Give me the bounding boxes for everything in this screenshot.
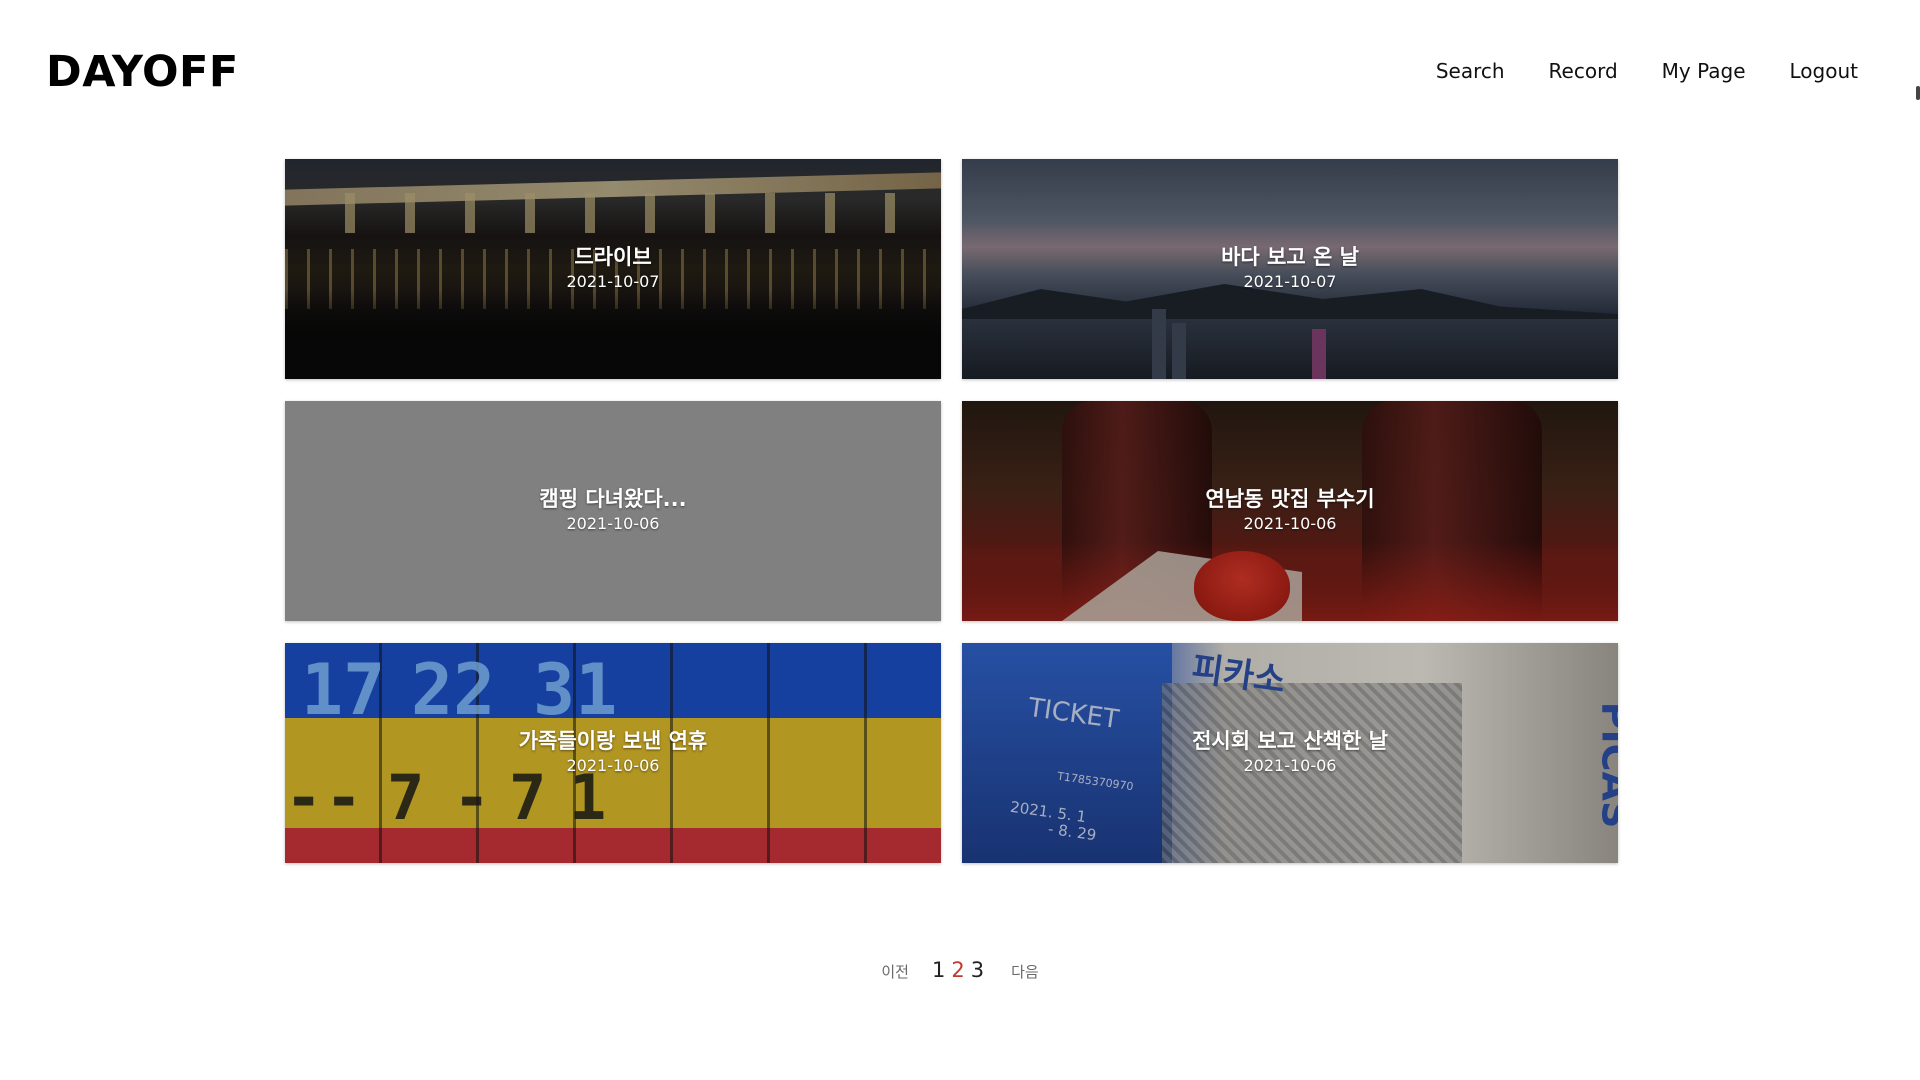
card-date: 2021-10-06 [1243, 514, 1337, 533]
card-title: 캠핑 다녀왔다... [539, 487, 687, 511]
record-grid: 드라이브 2021-10-07 바다 보고 온 날 2021-10-07 캠핑 … [285, 159, 1618, 863]
nav-logout[interactable]: Logout [1790, 58, 1858, 84]
card-title: 바다 보고 온 날 [1221, 245, 1359, 269]
nav-record[interactable]: Record [1549, 58, 1618, 84]
card-title: 드라이브 [574, 245, 652, 269]
record-card[interactable]: 바다 보고 온 날 2021-10-07 [962, 159, 1618, 379]
record-card[interactable]: 캠핑 다녀왔다... 2021-10-06 [285, 401, 941, 621]
nav-my-page[interactable]: My Page [1662, 58, 1746, 84]
pagination: 이전 1 2 3 다음 [0, 958, 1920, 982]
page-link-3[interactable]: 3 [971, 958, 984, 982]
site-header: DAYOFF Search Record My Page Logout [0, 0, 1920, 144]
nav-search[interactable]: Search [1436, 58, 1505, 84]
card-title: 연남동 맛집 부수기 [1205, 487, 1375, 511]
scrollbar-thumb[interactable] [1916, 86, 1920, 100]
page-link-1[interactable]: 1 [932, 958, 945, 982]
prev-page-link[interactable]: 이전 [881, 961, 909, 982]
card-title: 가족들이랑 보낸 연휴 [518, 729, 708, 753]
card-date: 2021-10-07 [566, 272, 660, 291]
record-card[interactable]: TICKET 2021. 5. 1 - 8. 29 T1785370970 피카… [962, 643, 1618, 863]
card-date: 2021-10-07 [1243, 272, 1337, 291]
record-card[interactable]: 연남동 맛집 부수기 2021-10-06 [962, 401, 1618, 621]
main-nav: Search Record My Page Logout [1436, 58, 1858, 84]
card-title: 전시회 보고 산책한 날 [1192, 729, 1388, 753]
next-page-link[interactable]: 다음 [1011, 961, 1039, 982]
card-date: 2021-10-06 [1243, 756, 1337, 775]
card-date: 2021-10-06 [566, 756, 660, 775]
record-card[interactable]: 드라이브 2021-10-07 [285, 159, 941, 379]
page-link-2-current[interactable]: 2 [951, 958, 964, 982]
card-date: 2021-10-06 [566, 514, 660, 533]
logo[interactable]: DAYOFF [46, 46, 239, 98]
record-card[interactable]: 17 22 31 - - 7 - 7 1 가족들이랑 보낸 연휴 2021-10… [285, 643, 941, 863]
